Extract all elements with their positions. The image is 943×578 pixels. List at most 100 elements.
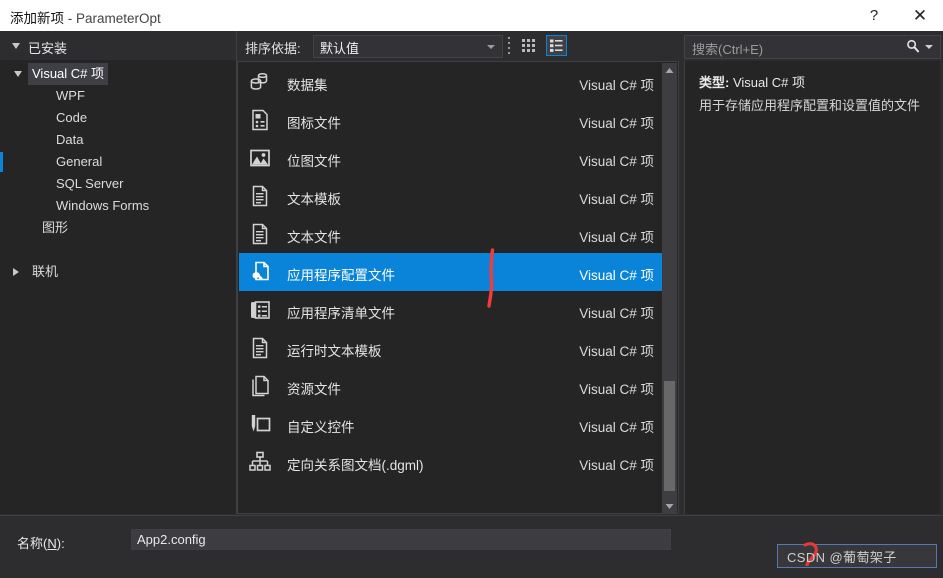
template-item-name: 文本模板 — [287, 192, 341, 207]
tree-item-label: Visual C# 项 — [28, 63, 109, 85]
tree-item[interactable]: Code — [0, 107, 236, 129]
directed-graph-doc-icon — [248, 450, 272, 474]
template-item-kind: Visual C# 项 — [579, 78, 654, 93]
chevron-down-icon — [12, 43, 20, 49]
installed-header[interactable]: 已安装 — [0, 31, 236, 60]
csdn-watermark: CSDN @葡萄架子 — [777, 542, 937, 568]
tree-item[interactable]: 联机 — [0, 261, 236, 283]
text-file-icon — [248, 222, 272, 246]
tree-item-label: General — [56, 154, 103, 169]
template-list-item[interactable]: 资源文件 Visual C# 项 — [239, 367, 664, 405]
tree-item[interactable]: Visual C# 项 — [0, 63, 236, 85]
template-info-pane: 类型: Visual C# 项 用于存储应用程序配置和设置值的文件 — [684, 61, 940, 514]
grid-view-icon — [522, 39, 535, 52]
template-list-item[interactable]: 定向关系图文档(.dgml) Visual C# 项 — [239, 443, 664, 481]
template-list-item[interactable]: 文本文件 Visual C# 项 — [239, 215, 664, 253]
scroll-down-arrow-icon[interactable] — [662, 499, 677, 513]
template-list-item[interactable]: 运行时文本模板 Visual C# 项 — [239, 329, 664, 367]
dataset-icon — [250, 72, 268, 90]
name-label-accesskey: N — [47, 536, 57, 551]
list-scrollbar[interactable] — [662, 63, 677, 513]
template-item-name: 定向关系图文档(.dgml) — [287, 458, 424, 473]
tree-item[interactable]: 图形 — [0, 217, 236, 239]
dialog-body: 已安装 Visual C# 项 WPF Code Data General SQL Ser… — [0, 31, 943, 578]
tree-item[interactable]: Windows Forms — [0, 195, 236, 217]
window-title: 添加新项 - ParameterOpt — [10, 7, 161, 27]
template-list-item[interactable]: 自定义控件 Visual C# 项 — [239, 405, 664, 443]
template-item-name: 位图文件 — [287, 154, 341, 169]
tree-item-label: 图形 — [42, 220, 69, 235]
window-title-main: 添加新项 — [10, 11, 64, 26]
resource-file-icon — [248, 374, 272, 398]
template-type-value: Visual C# 项 — [732, 75, 805, 90]
chevron-right-icon[interactable] — [13, 268, 19, 276]
resource-file-icon — [252, 375, 269, 397]
template-item-kind: Visual C# 项 — [579, 420, 654, 435]
tree-item[interactable]: SQL Server — [0, 173, 236, 195]
template-item-kind: Visual C# 项 — [579, 116, 654, 131]
dataset-icon — [248, 70, 272, 94]
scrollbar-thumb[interactable] — [664, 381, 675, 491]
custom-control-icon — [248, 412, 272, 436]
template-list-item[interactable]: 应用程序配置文件 Visual C# 项 — [239, 253, 664, 291]
search-options-chevron-icon[interactable] — [925, 45, 933, 49]
help-button[interactable]: ? — [851, 0, 897, 31]
template-item-kind: Visual C# 项 — [579, 458, 654, 473]
window-title-project: ParameterOpt — [76, 11, 161, 26]
template-description: 用于存储应用程序配置和设置值的文件 — [699, 98, 921, 113]
title-bar: 添加新项 - ParameterOpt ? ✕ — [0, 0, 943, 32]
file-name-input[interactable]: App2.config — [131, 529, 671, 550]
tree-item[interactable]: General — [0, 151, 236, 173]
template-item-kind: Visual C# 项 — [579, 154, 654, 169]
template-item-kind: Visual C# 项 — [579, 192, 654, 207]
search-box[interactable]: 搜索(Ctrl+E) — [684, 35, 941, 59]
directed-graph-doc-icon — [249, 451, 271, 471]
tree-item-label: WPF — [56, 88, 85, 103]
icon-file-icon — [252, 109, 268, 131]
template-type-line: 类型: Visual C# 项 — [699, 72, 805, 91]
template-list-item[interactable]: 应用程序清单文件 Visual C# 项 — [239, 291, 664, 329]
template-item-name: 应用程序清单文件 — [287, 306, 395, 321]
search-input[interactable]: 搜索(Ctrl+E) — [692, 39, 763, 58]
scroll-up-arrow-icon[interactable] — [662, 63, 677, 78]
chevron-down-icon[interactable] — [14, 71, 22, 77]
app-config-file-icon — [248, 260, 272, 284]
template-item-kind: Visual C# 项 — [579, 306, 654, 321]
icon-file-icon — [248, 108, 272, 132]
tree-item-label: Windows Forms — [56, 198, 150, 213]
template-list-item[interactable]: 文本模板 Visual C# 项 — [239, 177, 664, 215]
template-item-name: 文本文件 — [287, 230, 341, 245]
template-item-name: 自定义控件 — [287, 420, 355, 435]
template-item-name: 图标文件 — [287, 116, 341, 131]
sort-by-dropdown[interactable]: 默认值 — [313, 35, 503, 58]
tree-item-label: Data — [56, 132, 84, 147]
text-template-icon — [252, 185, 268, 207]
template-item-name: 应用程序配置文件 — [287, 268, 395, 283]
tree-item-label: 联机 — [32, 264, 59, 279]
template-item-name: 运行时文本模板 — [287, 344, 382, 359]
sort-by-label: 排序依据: — [245, 41, 301, 56]
template-item-kind: Visual C# 项 — [579, 230, 654, 245]
chevron-down-icon — [487, 45, 495, 49]
list-toolbar: 排序依据: 默认值 — [237, 31, 679, 60]
template-list-item[interactable]: 数据集 Visual C# 项 — [239, 63, 664, 101]
list-view-icon — [550, 39, 563, 52]
list-view-button[interactable] — [546, 35, 567, 56]
bitmap-file-icon — [248, 146, 272, 170]
template-list-item[interactable]: 位图文件 Visual C# 项 — [239, 139, 664, 177]
template-list: 数据集 Visual C# 项图标文件 Visual C# 项位图文件 Visual … — [237, 61, 679, 514]
template-item-kind: Visual C# 项 — [579, 344, 654, 359]
template-item-name: 资源文件 — [287, 382, 341, 397]
name-label-suffix: ): — [56, 536, 65, 551]
runtime-text-template-icon — [252, 337, 268, 359]
template-list-item[interactable]: 图标文件 Visual C# 项 — [239, 101, 664, 139]
tree-item[interactable]: Data — [0, 129, 236, 151]
template-item-kind: Visual C# 项 — [579, 382, 654, 397]
window-title-separator: - — [64, 11, 76, 26]
app-config-file-icon — [252, 261, 269, 281]
close-button[interactable]: ✕ — [897, 0, 943, 31]
toolbar-overflow-handle[interactable] — [506, 37, 511, 54]
tree-item[interactable]: WPF — [0, 85, 236, 107]
grid-view-button[interactable] — [518, 35, 539, 56]
template-type-label: 类型: — [699, 75, 730, 90]
